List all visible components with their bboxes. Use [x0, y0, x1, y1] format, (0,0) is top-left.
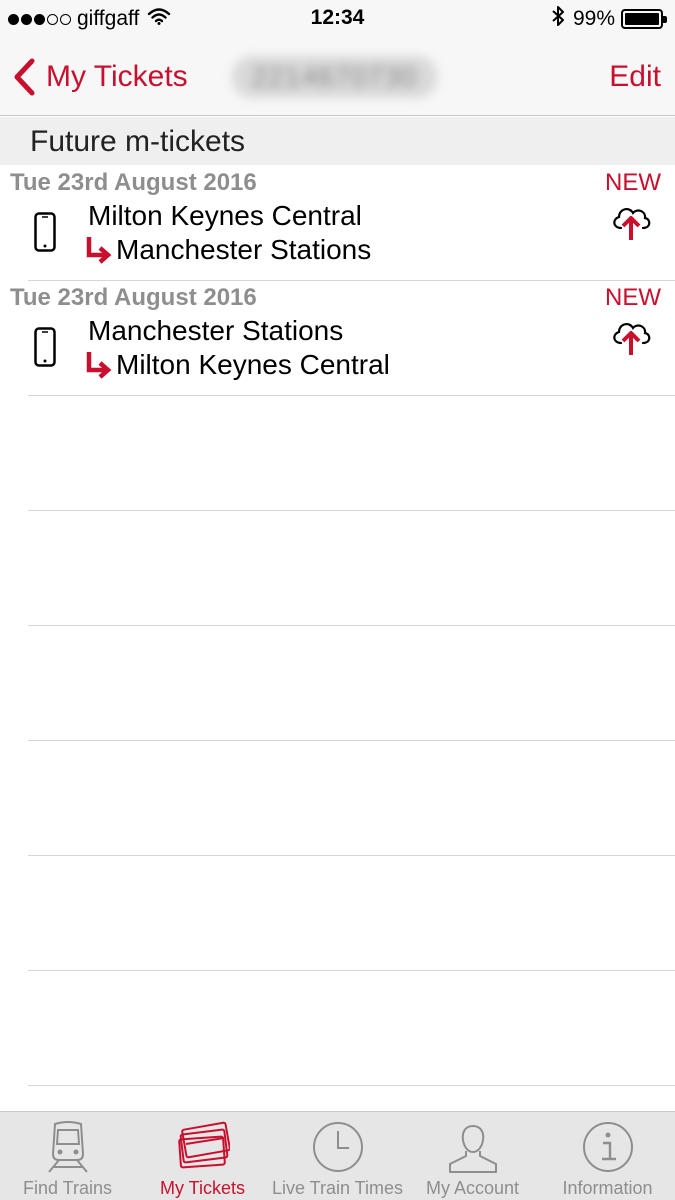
battery-icon — [621, 9, 667, 29]
back-button[interactable]: My Tickets — [12, 58, 188, 96]
back-button-label: My Tickets — [46, 60, 188, 93]
ticket-date: Tue 23rd August 2016 — [10, 284, 257, 311]
row-divider — [28, 1085, 675, 1086]
phone-icon — [34, 327, 56, 372]
ticket-row[interactable]: Tue 23rd August 2016 NEW Milton Keynes C… — [0, 166, 675, 281]
tab-label: Information — [562, 1178, 653, 1198]
return-arrow-icon — [86, 352, 112, 379]
return-arrow-icon — [86, 237, 112, 264]
status-right: 99% — [551, 5, 667, 33]
section-title: Future m-tickets — [30, 125, 246, 158]
account-number-obscured: 2214670730 — [232, 56, 437, 98]
battery-percent: 99% — [572, 7, 615, 30]
destination-station: Manchester Stations — [116, 234, 372, 265]
row-divider — [28, 625, 675, 626]
new-badge: NEW — [605, 284, 661, 311]
row-divider — [28, 855, 675, 856]
ticket-date: Tue 23rd August 2016 — [10, 169, 257, 196]
tab-bar: Find Trains My Tickets Live Train Times — [0, 1111, 675, 1200]
row-divider — [28, 395, 675, 396]
destination-station: Milton Keynes Central — [116, 349, 390, 380]
edit-button[interactable]: Edit — [609, 60, 661, 94]
person-icon — [405, 1120, 540, 1174]
clock-icon — [270, 1120, 405, 1174]
tab-information[interactable]: Information — [540, 1112, 675, 1200]
origin-station: Milton Keynes Central — [88, 200, 362, 231]
row-divider — [28, 740, 675, 741]
tickets-icon — [135, 1120, 270, 1170]
navigation-bar: My Tickets 2214670730 Edit — [0, 38, 675, 116]
ticket-row[interactable]: Tue 23rd August 2016 NEW Manchester Stat… — [0, 281, 675, 396]
new-badge: NEW — [605, 169, 661, 196]
destination-line: Milton Keynes Central — [84, 349, 390, 381]
cloud-upload-icon[interactable] — [610, 204, 652, 247]
phone-icon — [34, 212, 56, 257]
bluetooth-icon — [551, 5, 565, 33]
origin-station: Manchester Stations — [88, 315, 344, 346]
destination-line: Manchester Stations — [84, 234, 371, 266]
chevron-left-icon — [14, 58, 35, 96]
train-icon — [0, 1120, 135, 1174]
status-bar: giffgaff 12:34 99% — [0, 0, 675, 38]
row-divider — [28, 970, 675, 971]
row-divider — [28, 510, 675, 511]
info-icon — [540, 1120, 675, 1174]
cloud-upload-icon[interactable] — [610, 319, 652, 362]
section-header: Future m-tickets — [0, 117, 675, 165]
